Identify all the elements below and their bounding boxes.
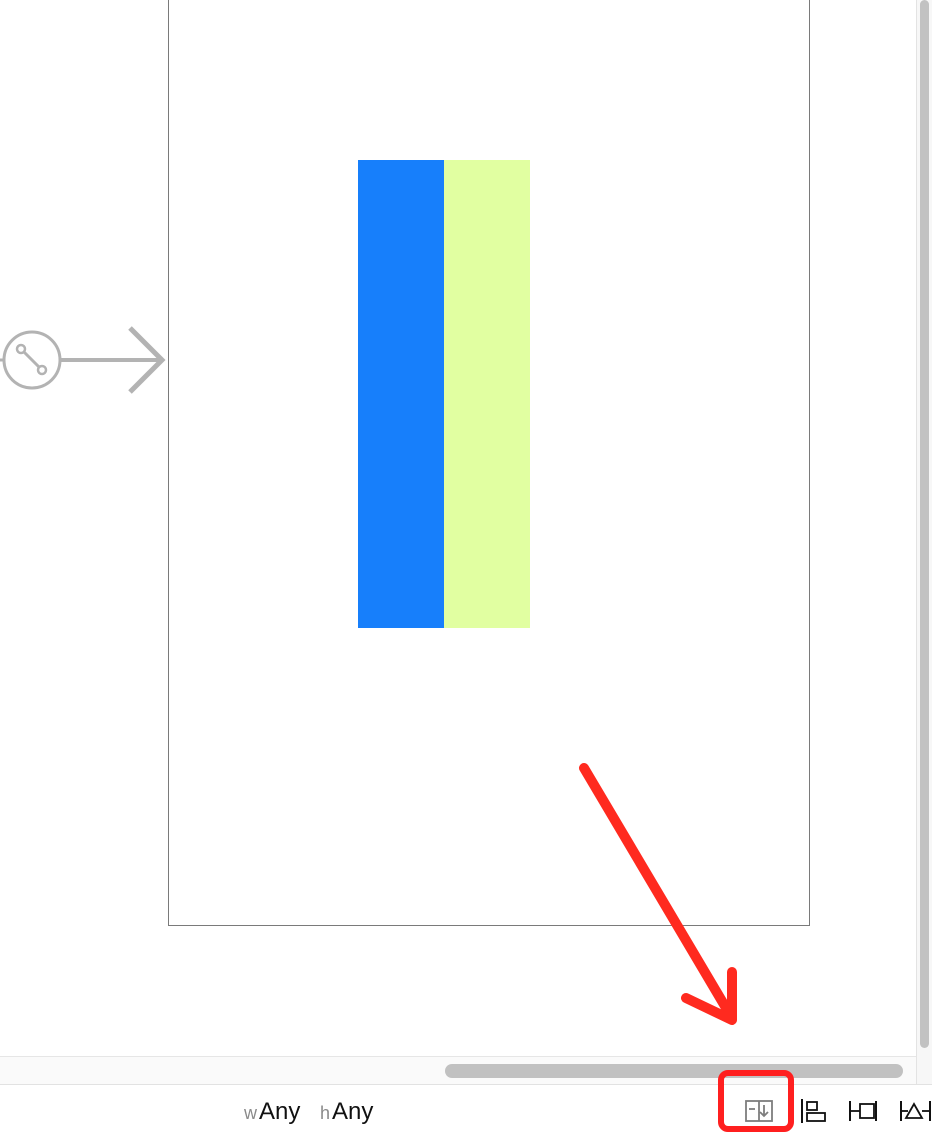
storyboard-editor: wAny hAny [0,0,932,1134]
storyboard-entry-point-icon[interactable] [0,320,170,400]
resolve-auto-layout-issues-icon [900,1101,931,1121]
vertical-scrollbar-thumb[interactable] [920,0,929,1048]
align-button[interactable] [796,1096,830,1126]
height-size-class-button[interactable]: hAny [320,1098,373,1126]
light-green-view[interactable] [444,160,530,628]
update-frames-icon [745,1100,773,1122]
resolve-issues-button[interactable] [898,1096,932,1126]
width-size-class-value: Any [259,1098,301,1125]
storyboard-canvas[interactable] [0,0,916,1056]
update-frames-button[interactable] [742,1096,776,1126]
blue-view[interactable] [358,160,444,628]
pin-icon [849,1101,877,1121]
align-icon [801,1099,826,1123]
width-size-class-prefix: w [244,1103,257,1123]
horizontal-scrollbar-thumb[interactable] [445,1064,903,1078]
editor-bottom-bar [0,1084,932,1134]
height-size-class-prefix: h [320,1103,331,1123]
width-size-class-button[interactable]: wAny [244,1098,300,1126]
height-size-class-value: Any [332,1098,374,1125]
pin-button[interactable] [846,1096,880,1126]
